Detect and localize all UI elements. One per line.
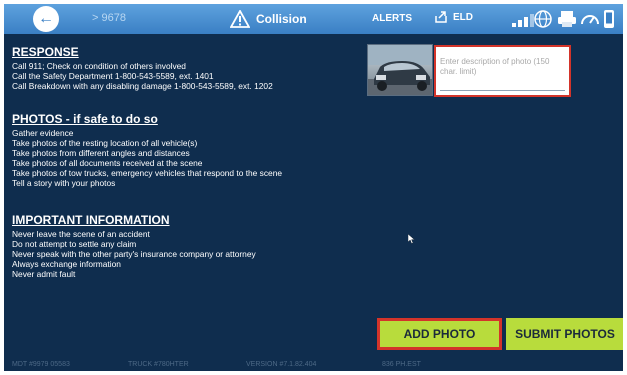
phone-icon[interactable]	[602, 9, 616, 29]
status-time: 836 PH.EST	[382, 361, 421, 368]
photo-description-field[interactable]	[434, 45, 571, 97]
photos-line: Take photos of the resting location of a…	[12, 138, 198, 148]
response-section: RESPONSE Call 911; Check on condition of…	[12, 45, 372, 91]
title-label: Collision	[256, 12, 307, 26]
status-truck: TRUCK #780HTER	[128, 361, 189, 368]
important-line: Always exchange information	[12, 259, 121, 269]
car-photo-image	[368, 45, 432, 95]
response-heading: RESPONSE	[12, 45, 79, 59]
response-line: Call 911; Check on condition of others i…	[12, 61, 186, 71]
globe-icon[interactable]	[532, 9, 554, 29]
important-heading: IMPORTANT INFORMATION	[12, 213, 170, 227]
photos-line: Gather evidence	[12, 128, 74, 138]
eld-button[interactable]: ELD	[434, 10, 473, 24]
photos-line: Take photos of all documents received at…	[12, 158, 203, 168]
important-line: Never leave the scene of an accident	[12, 229, 150, 239]
printer-icon[interactable]	[556, 9, 578, 29]
eld-label: ELD	[453, 11, 473, 23]
signal-icon	[512, 13, 534, 27]
gauge-icon[interactable]	[579, 9, 601, 29]
photos-section: PHOTOS - if safe to do so Gather evidenc…	[12, 112, 372, 188]
mouse-cursor-icon	[408, 234, 416, 244]
photos-heading: PHOTOS - if safe to do so	[12, 112, 158, 126]
breadcrumb: > 9678	[92, 12, 126, 24]
alerts-button[interactable]: ALERTS	[372, 13, 412, 24]
photos-line: Tell a story with your photos	[12, 178, 116, 188]
important-line: Never admit fault	[12, 269, 76, 279]
page-title: Collision	[230, 9, 307, 29]
export-icon	[435, 11, 447, 23]
important-line: Do not attempt to settle any claim	[12, 239, 137, 249]
arrow-left-icon[interactable]: ←	[33, 6, 59, 32]
warning-triangle-icon	[230, 10, 250, 28]
status-mdt: MDT #9979 05583	[12, 361, 70, 368]
important-section: IMPORTANT INFORMATION Never leave the sc…	[12, 213, 372, 279]
photo-thumbnail[interactable]	[367, 44, 433, 96]
add-photo-button[interactable]: ADD PHOTO	[377, 318, 502, 350]
photos-line: Take photos of tow trucks, emergency veh…	[12, 168, 283, 178]
top-bar: ← > 9678 Collision ALERTS ELD	[4, 4, 623, 34]
status-version: VERSION #7.1.82.404	[246, 361, 317, 368]
status-bar: MDT #9979 05583 TRUCK #780HTER VERSION #…	[4, 359, 623, 371]
input-underline	[440, 90, 565, 91]
submit-photos-button[interactable]: SUBMIT PHOTOS	[506, 318, 623, 350]
photo-description-input[interactable]	[440, 57, 565, 85]
photos-line: Take photos from different angles and di…	[12, 148, 190, 158]
response-line: Call Breakdown with any disabling damage…	[12, 81, 273, 91]
important-line: Never speak with the other party's insur…	[12, 249, 256, 259]
response-line: Call the Safety Department 1-800-543-558…	[12, 71, 214, 81]
collision-screen: ← > 9678 Collision ALERTS ELD RESPONSE C…	[4, 4, 623, 371]
